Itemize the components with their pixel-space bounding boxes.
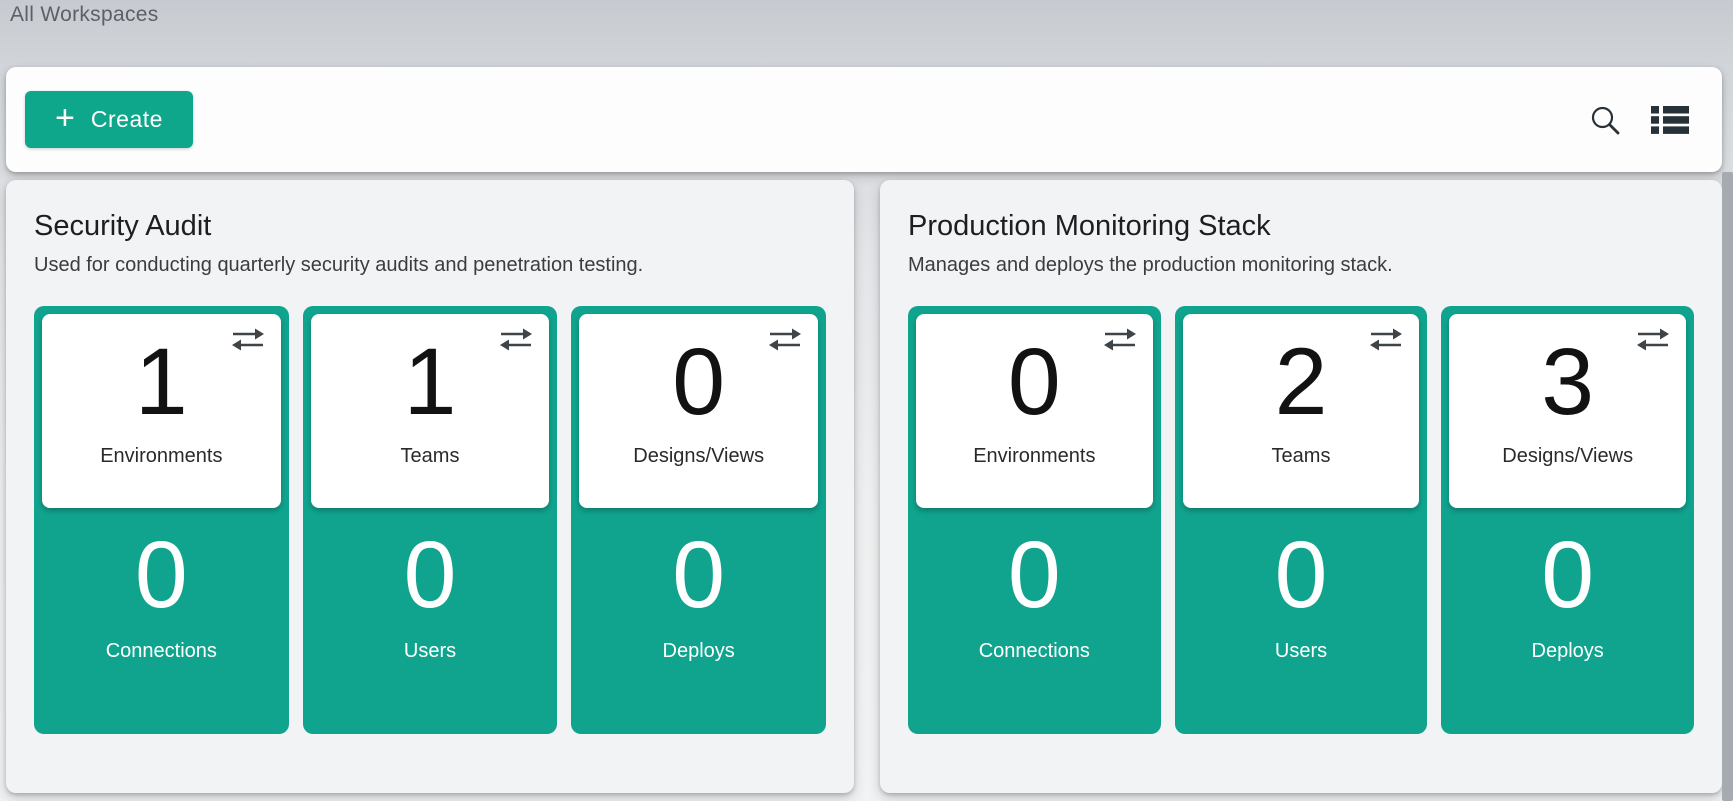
workspaces-screen: All Workspaces + Create Security Audit U — [0, 0, 1733, 801]
toolbar-icons — [1589, 67, 1689, 172]
vertical-scrollbar[interactable] — [1722, 172, 1733, 801]
flip-arrows-icon[interactable] — [1368, 327, 1404, 352]
stat-value: 2 — [1275, 335, 1328, 430]
workspace-card: Production Monitoring Stack Manages and … — [880, 180, 1722, 793]
stat-tile-front: 3 Designs/Views — [1449, 314, 1686, 508]
stat-label: Deploys — [663, 640, 735, 663]
workspace-description: Manages and deploys the production monit… — [908, 254, 1694, 277]
stat-label: Teams — [1272, 445, 1331, 468]
flip-arrows-icon[interactable] — [1102, 327, 1138, 352]
stat-tile-teams[interactable]: 1 Teams 0 Users — [303, 306, 558, 734]
stat-label: Connections — [106, 640, 217, 663]
stat-tile-environments[interactable]: 1 Environments 0 Connections — [34, 306, 289, 734]
stat-tile-bottom: 0 Connections — [908, 516, 1161, 663]
workspace-card: Security Audit Used for conducting quart… — [6, 180, 854, 793]
flip-arrows-icon[interactable] — [1635, 327, 1671, 352]
stat-label: Connections — [979, 640, 1090, 663]
page-title: All Workspaces — [10, 3, 159, 27]
stat-tile-teams[interactable]: 2 Teams 0 Users — [1175, 306, 1428, 734]
workspace-description: Used for conducting quarterly security a… — [34, 254, 826, 277]
stat-value: 1 — [135, 335, 188, 430]
stat-value: 0 — [1541, 528, 1594, 623]
plus-icon: + — [55, 101, 75, 135]
stat-label: Designs/Views — [1502, 445, 1633, 468]
stat-label: Users — [1275, 640, 1327, 663]
stat-tile-designs-views[interactable]: 3 Designs/Views 0 Deploys — [1441, 306, 1694, 734]
stat-label: Users — [404, 640, 456, 663]
stat-tiles-row: 1 Environments 0 Connections — [34, 306, 826, 734]
stat-value: 0 — [1008, 335, 1061, 430]
stat-value: 0 — [1275, 528, 1328, 623]
stat-tiles-row: 0 Environments 0 Connections — [908, 306, 1694, 734]
stat-value: 3 — [1541, 335, 1594, 430]
stat-tile-bottom: 0 Connections — [34, 516, 289, 663]
stat-tile-front: 1 Environments — [42, 314, 281, 508]
stat-label: Deploys — [1532, 640, 1604, 663]
flip-arrows-icon[interactable] — [767, 327, 803, 352]
stat-value: 0 — [672, 335, 725, 430]
create-button[interactable]: + Create — [25, 91, 193, 148]
stat-tile-bottom: 0 Deploys — [1441, 516, 1694, 663]
stat-value: 0 — [404, 528, 457, 623]
stat-tile-front: 1 Teams — [311, 314, 550, 508]
stat-label: Designs/Views — [633, 445, 764, 468]
list-view-icon[interactable] — [1651, 105, 1689, 135]
stat-tile-bottom: 0 Users — [1175, 516, 1428, 663]
stat-value: 0 — [672, 528, 725, 623]
stat-label: Environments — [973, 445, 1095, 468]
search-icon[interactable] — [1589, 104, 1621, 136]
stat-tile-designs-views[interactable]: 0 Designs/Views 0 Deploys — [571, 306, 826, 734]
stat-label: Environments — [100, 445, 222, 468]
create-button-label: Create — [91, 106, 163, 133]
stat-tile-front: 2 Teams — [1183, 314, 1420, 508]
toolbar: + Create — [6, 67, 1722, 172]
stat-tile-bottom: 0 Users — [303, 516, 558, 663]
stat-tile-environments[interactable]: 0 Environments 0 Connections — [908, 306, 1161, 734]
flip-arrows-icon[interactable] — [230, 327, 266, 352]
stat-tile-front: 0 Designs/Views — [579, 314, 818, 508]
stat-value: 0 — [1008, 528, 1061, 623]
stat-tile-front: 0 Environments — [916, 314, 1153, 508]
flip-arrows-icon[interactable] — [498, 327, 534, 352]
stat-tile-bottom: 0 Deploys — [571, 516, 826, 663]
stat-label: Teams — [401, 445, 460, 468]
stat-value: 0 — [135, 528, 188, 623]
workspace-title: Production Monitoring Stack — [908, 210, 1694, 243]
workspace-title: Security Audit — [34, 210, 826, 243]
stat-value: 1 — [404, 335, 457, 430]
